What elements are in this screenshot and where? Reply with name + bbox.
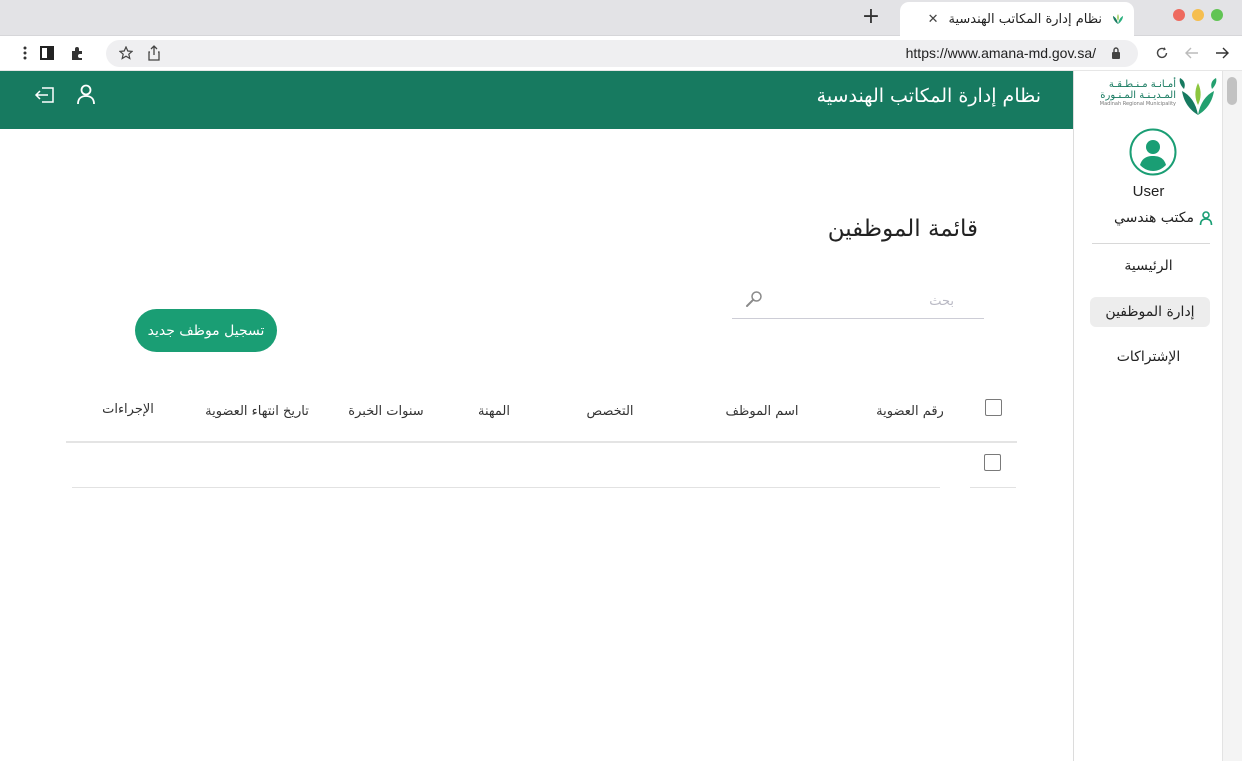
- user-role: مكتب هندسي: [1114, 210, 1214, 226]
- sidebar-item-employee-management[interactable]: إدارة الموظفين: [1090, 297, 1210, 327]
- column-header-employee-name[interactable]: اسم الموظف: [712, 404, 812, 419]
- page-scrollbar[interactable]: [1222, 71, 1242, 761]
- logo-line-3: Madinah Regional Municipality: [1099, 101, 1176, 107]
- user-profile-icon[interactable]: [74, 83, 98, 107]
- user-name: User: [1132, 183, 1165, 200]
- browser-tab-bar: + نظام إدارة المكاتب الهندسية ✕: [0, 0, 1242, 36]
- sidebar-item-subscriptions[interactable]: الإشتراكات: [1074, 349, 1223, 365]
- logo-line-2: المـديـنـة المـنـورة: [1100, 90, 1176, 101]
- user-avatar-icon: [1129, 128, 1177, 176]
- browser-menu-icon[interactable]: [18, 44, 32, 62]
- search-box: [732, 283, 984, 319]
- amana-logo-mark-icon: [1179, 78, 1217, 115]
- sidebar: أمـانـة مـنـطـقـة المـديـنـة المـنـورة M…: [1073, 71, 1222, 761]
- search-input[interactable]: [768, 287, 978, 315]
- table-row-divider-checkbox-cell: [970, 487, 1016, 488]
- column-header-actions: الإجراءات: [102, 402, 154, 417]
- column-header-years-of-experience[interactable]: سنوات الخبرة: [338, 404, 434, 419]
- page-title: قائمة الموظفين: [827, 216, 978, 242]
- logout-icon[interactable]: [33, 83, 57, 107]
- sidebar-item-home[interactable]: الرئيسية: [1074, 258, 1223, 274]
- column-header-profession[interactable]: المهنة: [458, 404, 530, 419]
- lock-icon: [1112, 47, 1120, 59]
- browser-tab[interactable]: نظام إدارة المكاتب الهندسية ✕: [900, 2, 1134, 36]
- window-maximize-button[interactable]: [1211, 9, 1223, 21]
- row-checkbox[interactable]: [984, 454, 1001, 471]
- extensions-icon[interactable]: [68, 44, 86, 62]
- tab-close-icon[interactable]: ✕: [928, 12, 939, 27]
- bookmark-star-icon[interactable]: [118, 44, 134, 62]
- column-header-specialization[interactable]: التخصص: [570, 404, 650, 419]
- address-bar[interactable]: https://www.amana-md.gov.sa/: [106, 40, 1138, 67]
- logo-text: أمـانـة مـنـطـقـة المـديـنـة المـنـورة M…: [1084, 79, 1176, 108]
- search-icon[interactable]: [744, 289, 764, 309]
- select-all-checkbox[interactable]: [985, 399, 1002, 416]
- app-title: نظام إدارة المكاتب الهندسية: [816, 85, 1041, 107]
- app-header: نظام إدارة المكاتب الهندسية: [0, 71, 1073, 129]
- amana-logo: أمـانـة مـنـطـقـة المـديـنـة المـنـورة M…: [1084, 77, 1220, 117]
- logo-line-1: أمـانـة مـنـطـقـة: [1108, 79, 1176, 90]
- add-employee-button[interactable]: تسجيل موظف جديد: [135, 309, 277, 352]
- back-arrow-icon[interactable]: [1184, 44, 1200, 62]
- forward-arrow-icon[interactable]: [1214, 44, 1230, 62]
- browser-tab-title: نظام إدارة المكاتب الهندسية: [948, 11, 1103, 27]
- window-minimize-button[interactable]: [1192, 9, 1204, 21]
- column-header-membership-expiry-date[interactable]: تاريخ انتهاء العضوية: [190, 404, 324, 419]
- column-header-membership-number[interactable]: رقم العضوية: [862, 404, 958, 419]
- sidebar-divider: [1092, 243, 1210, 244]
- url-text: https://www.amana-md.gov.sa/: [905, 45, 1096, 61]
- table-row-divider: [72, 487, 940, 488]
- table-header-divider: [66, 441, 1017, 443]
- role-label: مكتب هندسي: [1113, 210, 1194, 226]
- browser-toolbar: https://www.amana-md.gov.sa/: [0, 36, 1242, 71]
- share-icon[interactable]: [146, 44, 162, 62]
- amana-favicon-icon: [1113, 14, 1123, 24]
- sidebar-toggle-icon[interactable]: [38, 44, 56, 62]
- reload-icon[interactable]: [1154, 44, 1170, 62]
- person-icon: [1199, 211, 1213, 226]
- window-close-button[interactable]: [1173, 9, 1185, 21]
- new-tab-button[interactable]: +: [860, 6, 882, 28]
- scrollbar-thumb[interactable]: [1227, 77, 1237, 105]
